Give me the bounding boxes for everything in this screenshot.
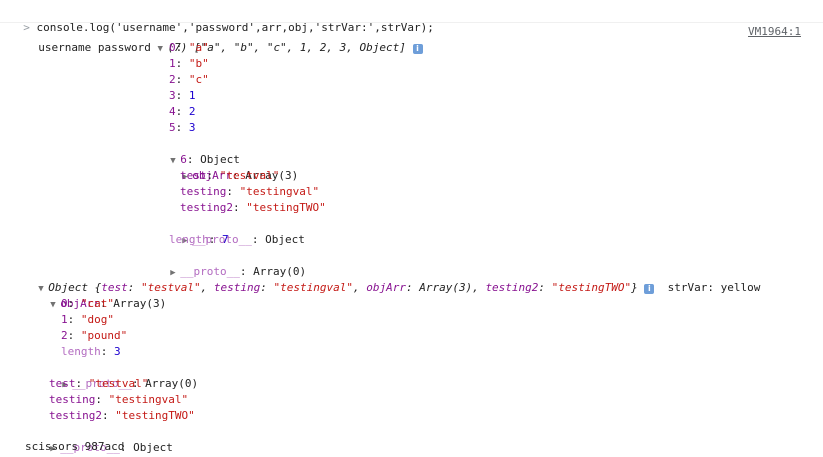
info-icon[interactable]: i [412,44,423,54]
nested-testing2-row: testing2: "testingTWO" [180,201,326,214]
strvar-value: yellow [720,281,761,294]
arr-object-row[interactable]: ▼ 6: Object [157,136,240,166]
info-icon[interactable]: i [644,284,655,294]
nested-objarr-row[interactable]: ▶ objArr: Array(3) [169,152,298,182]
arr-preview[interactable]: ["a", "b", "c", 1, 2, 3, Object] [194,41,406,54]
collapse-triangle-icon[interactable]: ▼ [157,41,167,57]
nested-testing-row: testing: "testingval" [180,185,320,198]
objarr-proto-row[interactable]: ▶ __proto__: Array(0) [49,360,198,390]
username-text: username [38,41,92,54]
source-link[interactable]: VM1964:1 [748,24,801,40]
objarr-item: 0: "cat" [61,297,114,310]
nested-proto-row[interactable]: ▶ __proto__: Object [169,216,305,246]
objarr-item: 1: "dog" [61,313,114,326]
objarr-row[interactable]: ▼ objArr: Array(3) [37,280,166,310]
arr-length-row: length: 7 [169,233,229,246]
password-text: password [97,41,151,54]
object-header-row[interactable]: ▼ Object {test: "testval", testing: "test… [25,264,760,294]
strvar-label: strVar: [667,281,715,294]
nested-test-row: test: "testval" [180,169,280,182]
arr-item: 3: 1 [169,89,196,102]
obj-testing2-row: testing2: "testingTWO" [49,409,195,422]
arr-item: 2: "c" [169,73,209,86]
log-output-line: scissors 987acd [25,440,125,453]
obj-testing-row: testing: "testingval" [49,393,189,406]
obj-proto-row[interactable]: ▶ __proto__: Object [37,424,173,454]
arr-item: 0: "a" [169,41,209,54]
collapse-triangle-icon[interactable]: ▼ [50,297,60,313]
arr-item: 1: "b" [169,57,209,70]
log-header-row: username password ▼ (7) ["a", "b", "c", 1… [25,24,423,54]
arr-proto-row[interactable]: ▶ __proto__: Array(0) [157,248,306,278]
obj-test-row: test: "testval" [49,377,149,390]
command-line: > console.log('username','password',arr,… [10,4,434,34]
arr-item: 4: 2 [169,105,196,118]
objarr-item: 2: "pound" [61,329,128,342]
arr-item: 5: 3 [169,121,196,134]
divider [0,22,823,23]
objarr-length-row: length: 3 [61,345,121,358]
